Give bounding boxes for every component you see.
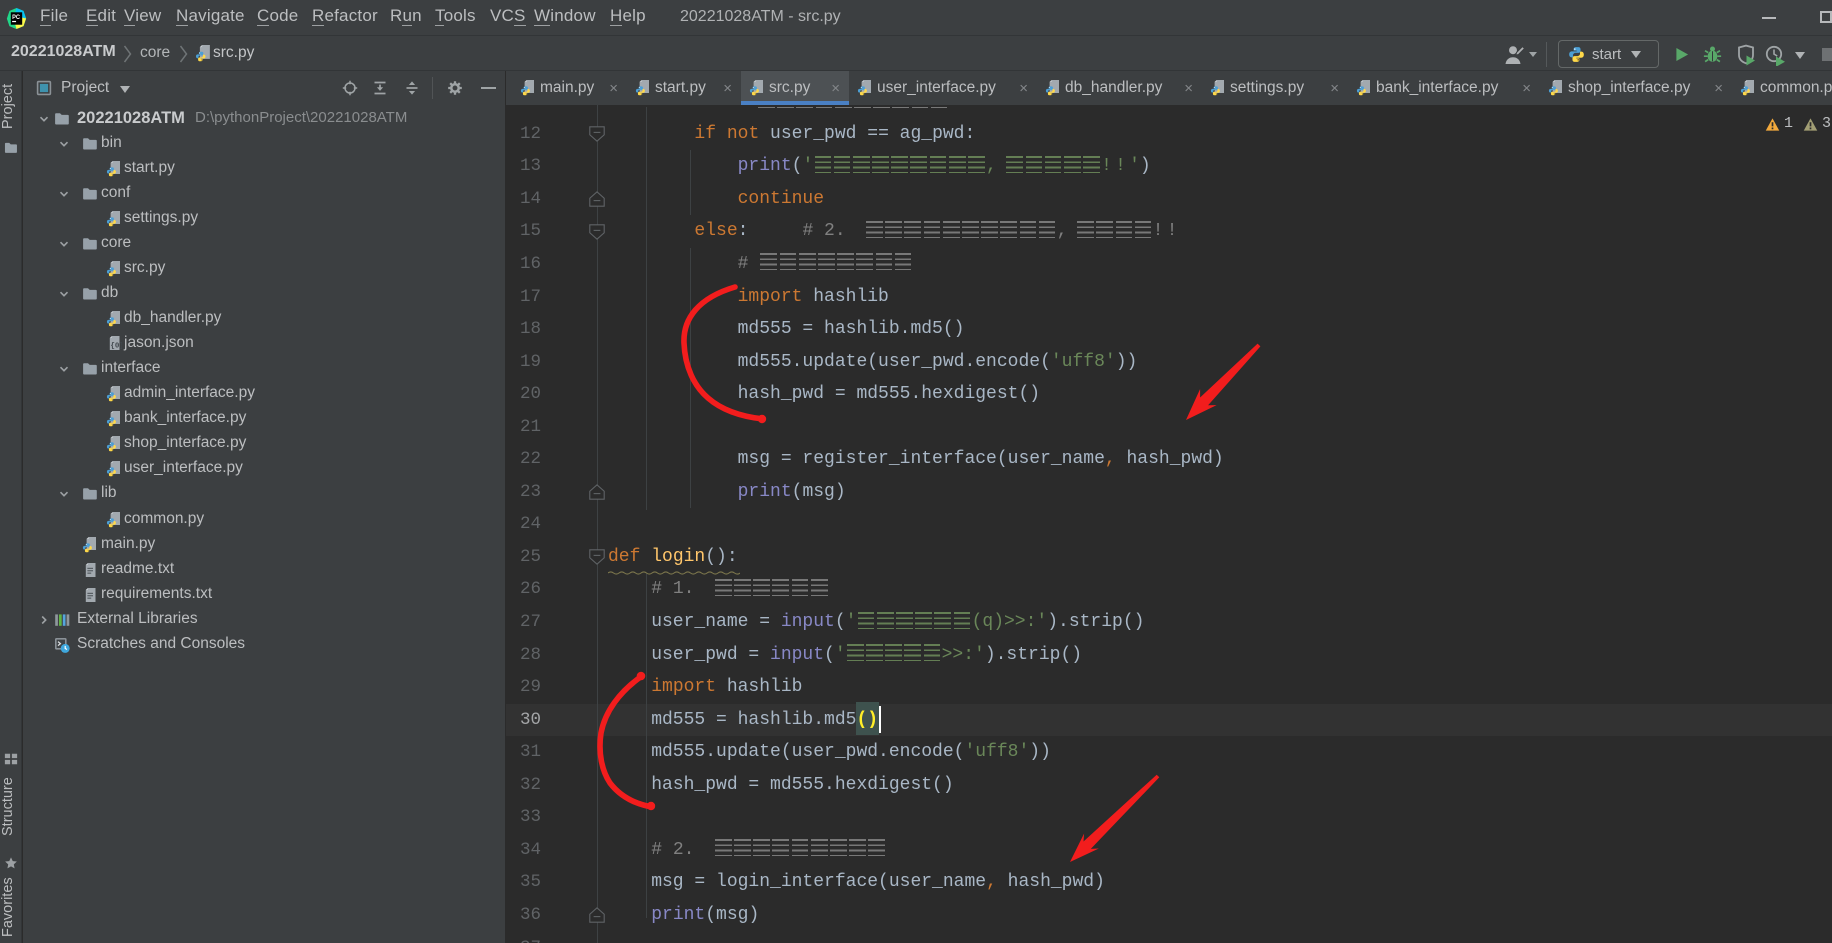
svg-text:PC: PC [12, 15, 21, 21]
